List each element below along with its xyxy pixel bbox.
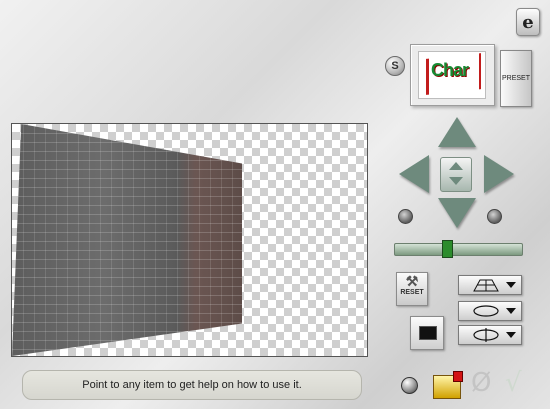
monitor-button[interactable] (410, 316, 444, 350)
reset-button[interactable]: ⚒ RESET (396, 272, 428, 306)
arrow-up-icon[interactable] (438, 117, 476, 147)
preset-thumbnail: Char (418, 51, 486, 99)
grid-dropdown[interactable] (458, 275, 522, 295)
cancel-button[interactable]: Ø (471, 370, 495, 396)
hammer-icon: ⚒ (405, 273, 419, 289)
s-button[interactable]: S (385, 56, 405, 76)
loop-icon (473, 305, 499, 317)
folder-icon[interactable] (433, 371, 463, 399)
ok-button[interactable]: √ (505, 370, 530, 396)
axis-dropdown[interactable] (458, 325, 522, 345)
chevron-down-icon (506, 282, 516, 288)
axis-icon (473, 328, 499, 342)
reset-button-label: RESET (400, 289, 424, 296)
globe-icon[interactable] (401, 377, 418, 394)
zoom-slider-track[interactable] (394, 243, 523, 256)
preset-button[interactable]: PRESET (500, 50, 532, 107)
center-pad-button[interactable] (440, 157, 472, 192)
preset-preview[interactable]: Char (410, 44, 495, 106)
chevron-down-icon (506, 332, 516, 338)
preset-button-label: PRESET (501, 75, 530, 82)
zoom-slider-thumb[interactable] (442, 240, 453, 258)
arrow-left-icon[interactable] (399, 155, 429, 193)
logo-icon[interactable]: e (516, 8, 540, 36)
preview-canvas[interactable] (11, 123, 368, 357)
help-bar: Point to any item to get help on how to … (22, 370, 362, 400)
warped-texture-preview (12, 124, 242, 356)
rotate-right-knob[interactable] (487, 209, 502, 224)
help-text: Point to any item to get help on how to … (82, 379, 302, 391)
arrow-right-icon[interactable] (484, 155, 514, 193)
rotate-left-knob[interactable] (398, 209, 413, 224)
grid-icon (473, 279, 499, 292)
loop-dropdown[interactable] (458, 301, 522, 321)
arrow-down-icon[interactable] (438, 198, 476, 228)
chevron-down-icon (506, 308, 516, 314)
monitor-icon (419, 326, 437, 340)
preset-preview-text: Char (431, 60, 469, 80)
